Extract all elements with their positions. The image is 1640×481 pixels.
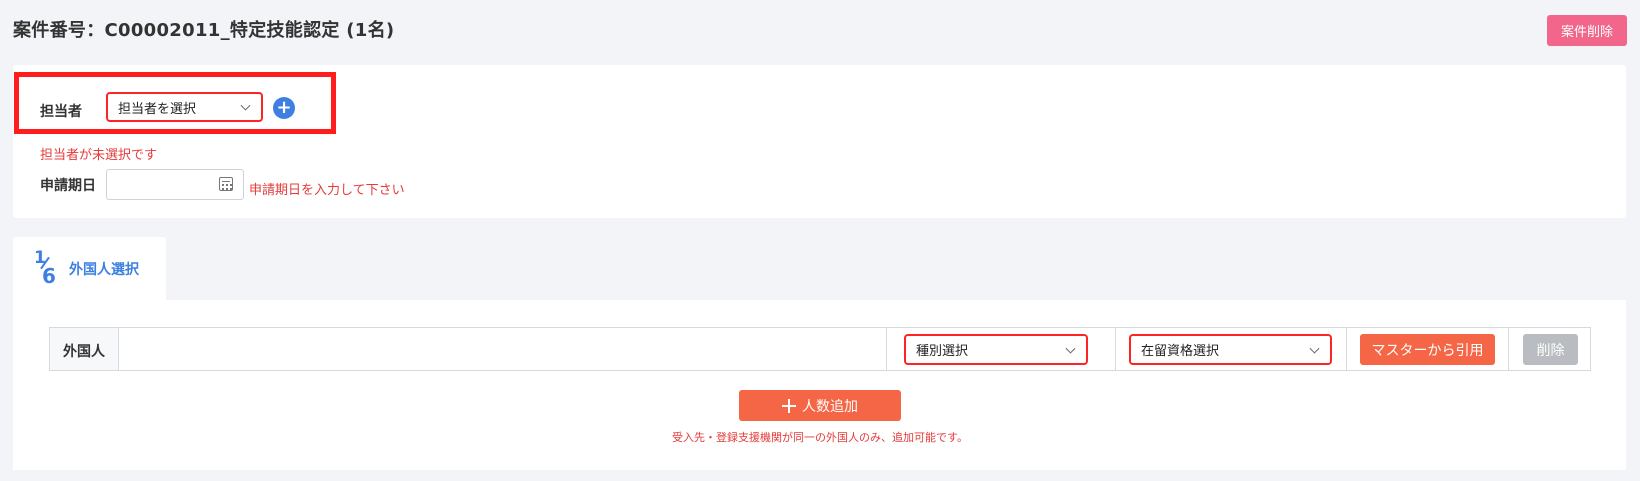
tab-label: 外国人選択 [69, 262, 139, 278]
assignee-select-value: 担当者を選択 [118, 101, 197, 117]
chevron-down-icon [1065, 343, 1076, 354]
plus-icon [782, 398, 796, 413]
add-assignee-icon[interactable]: + [273, 97, 295, 119]
step-total: 6 [42, 264, 56, 288]
application-date-input[interactable] [106, 169, 244, 200]
chevron-down-icon [1309, 343, 1320, 354]
application-date-error: 申請期日を入力して下さい [249, 183, 405, 198]
assignee-label: 担当者 [40, 104, 82, 120]
chevron-down-icon [240, 100, 251, 111]
add-people-note: 受入先・登録支援機関が同一の外国人のみ、追加可能です。 [672, 431, 968, 444]
assignee-select[interactable]: 担当者を選択 [106, 92, 263, 122]
quote-from-master-button[interactable]: マスターから引用 [1360, 334, 1495, 365]
delete-case-button[interactable]: 案件削除 [1547, 15, 1627, 46]
page-title: 案件番号：C00002011_特定技能認定 (1名) [13, 20, 395, 41]
type-select[interactable]: 種別選択 [904, 334, 1088, 365]
delete-row-button[interactable]: 削除 [1523, 334, 1578, 365]
type-select-value: 種別選択 [916, 344, 969, 359]
residence-status-select-value: 在留資格選択 [1141, 344, 1220, 359]
application-date-label: 申請期日 [40, 178, 96, 194]
add-people-button[interactable]: 人数追加 [739, 390, 901, 421]
add-people-label: 人数追加 [802, 398, 858, 415]
calendar-icon[interactable] [219, 177, 233, 191]
foreigner-label: 外国人 [63, 344, 105, 360]
step-indicator: 1 6 [32, 248, 58, 288]
assignee-error: 担当者が未選択です [40, 148, 158, 163]
residence-status-select[interactable]: 在留資格選択 [1129, 334, 1332, 365]
